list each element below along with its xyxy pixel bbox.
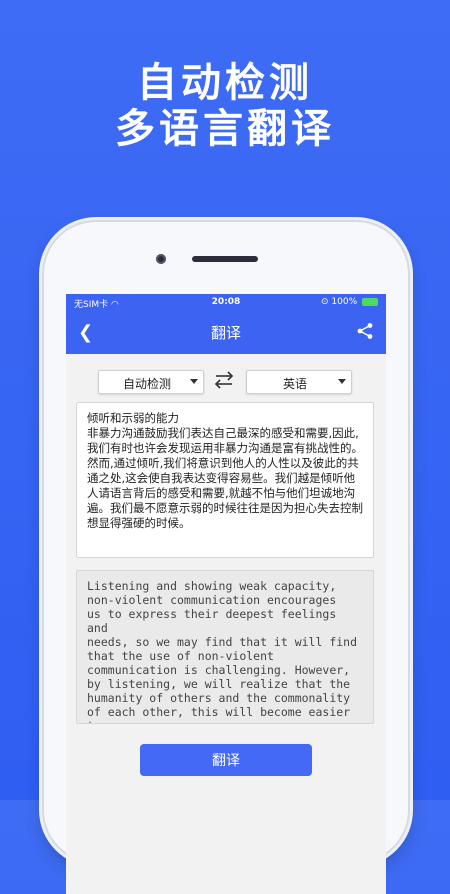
- camera-icon: [156, 254, 166, 264]
- source-text-input[interactable]: 倾听和示弱的能力 非暴力沟通鼓励我们表达自己最深的感受和需要,因此,我们有时也许…: [76, 402, 374, 558]
- source-language-label: 自动检测: [122, 377, 171, 391]
- promo-line-2: 多语言翻译: [115, 106, 335, 152]
- app-bar: ❮ 翻译: [66, 312, 386, 354]
- page-title: 翻译: [210, 324, 241, 342]
- source-language-dropdown[interactable]: 自动检测: [98, 370, 204, 394]
- translate-button[interactable]: 翻译: [140, 744, 312, 776]
- translated-text: Listening and showing weak capacity, non…: [87, 579, 358, 723]
- speaker-grille: [192, 256, 258, 262]
- source-text[interactable]: 倾听和示弱的能力 非暴力沟通鼓励我们表达自己最深的感受和需要,因此,我们有时也许…: [77, 403, 373, 531]
- translation-output: Listening and showing weak capacity, non…: [76, 570, 374, 724]
- target-language-dropdown[interactable]: 英语: [246, 370, 352, 394]
- phone-frame: 无SIM卡 ◠ 20:08 ⊙ 100% ❮ 翻译 自动检测 英语 倾听和示弱的…: [44, 222, 408, 894]
- battery-icon: [362, 297, 378, 306]
- app-screen: 无SIM卡 ◠ 20:08 ⊙ 100% ❮ 翻译 自动检测 英语 倾听和示弱的…: [66, 294, 386, 894]
- chevron-down-icon: [338, 379, 346, 384]
- battery-percent: 100%: [331, 297, 358, 307]
- orientation-lock-icon: ⊙: [320, 297, 329, 307]
- status-bar: 无SIM卡 ◠ 20:08 ⊙ 100%: [66, 294, 386, 312]
- share-icon[interactable]: [356, 322, 374, 340]
- status-battery: ⊙ 100%: [321, 297, 378, 307]
- promo-line-1: 自动检测: [137, 60, 313, 106]
- swap-arrows-icon[interactable]: [212, 370, 236, 390]
- target-language-label: 英语: [282, 377, 307, 391]
- promo-headline: 自动检测 多语言翻译: [0, 60, 450, 152]
- chevron-down-icon: [190, 379, 198, 384]
